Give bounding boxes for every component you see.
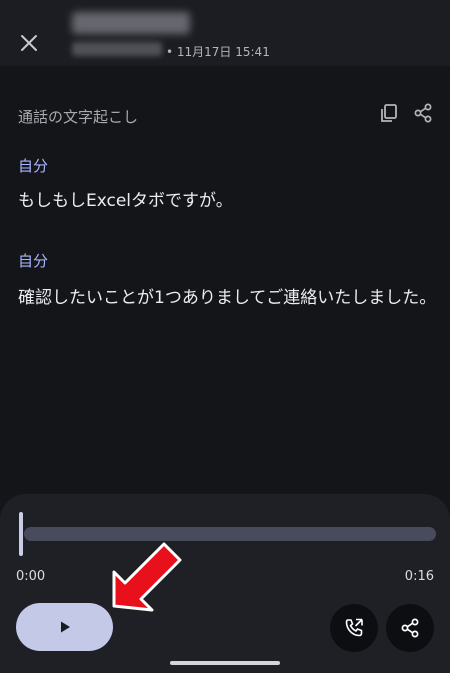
red-arrow-icon bbox=[112, 542, 182, 612]
audio-player: 0:00 0:16 bbox=[0, 494, 450, 673]
close-button[interactable] bbox=[14, 28, 44, 58]
caller-number-blurred bbox=[72, 42, 162, 56]
copy-icon bbox=[381, 104, 397, 122]
phone-callback-icon bbox=[345, 618, 363, 637]
progress-track[interactable] bbox=[24, 527, 436, 541]
utterance-text: もしもしExcelタボですが。 bbox=[18, 191, 233, 211]
speaker-label: 自分 bbox=[18, 252, 49, 270]
play-button[interactable] bbox=[16, 603, 113, 651]
call-date: • 11月17日 15:41 bbox=[166, 45, 270, 59]
share-transcript-button[interactable] bbox=[412, 102, 434, 124]
current-time: 0:00 bbox=[16, 569, 46, 584]
caller-name-blurred bbox=[72, 12, 190, 34]
app-header: • 11月17日 15:41 bbox=[0, 0, 450, 66]
copy-button[interactable] bbox=[378, 102, 400, 124]
duration: 0:16 bbox=[404, 569, 434, 584]
speaker-label: 自分 bbox=[18, 157, 49, 175]
call-back-button[interactable] bbox=[330, 604, 378, 652]
play-icon bbox=[60, 621, 70, 633]
home-indicator[interactable] bbox=[170, 661, 280, 665]
share-icon bbox=[414, 103, 432, 123]
share-icon bbox=[401, 618, 419, 638]
share-button[interactable] bbox=[386, 604, 434, 652]
utterance-text: 確認したいことが1つありましてご連絡いたしました。 bbox=[18, 288, 437, 308]
close-icon bbox=[21, 35, 37, 51]
transcript-title: 通話の文字起こし bbox=[18, 108, 139, 126]
progress-scrubber[interactable] bbox=[19, 512, 23, 556]
